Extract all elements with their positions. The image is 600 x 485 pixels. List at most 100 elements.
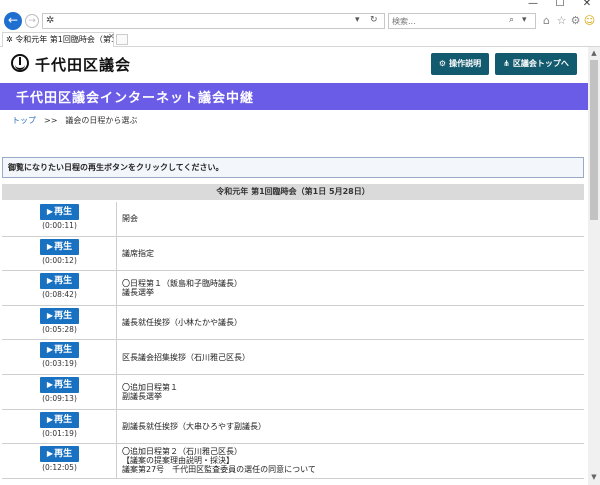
banner-title: 千代田区議会インターネット議会中継 xyxy=(16,91,255,106)
scroll-thumb[interactable] xyxy=(590,60,598,220)
play-icon: ▶ xyxy=(46,345,54,355)
play-icon: ▶ xyxy=(46,379,54,389)
play-button-label: 再生 xyxy=(54,379,73,390)
site-header: 千代田区議会 ⚙ 操作説明 ⋔ 区議会トップへ xyxy=(0,47,588,83)
refresh-icon[interactable]: ↻ xyxy=(370,15,378,25)
window-titlebar: — ☐ ✕ xyxy=(0,0,600,10)
agenda-row: ▶再生 (0:01:19) 副議長就任挨拶（大串ひろやす副議長） xyxy=(2,409,584,445)
tab-title: 令和元年 第1回臨時会（第… xyxy=(15,35,114,44)
home-icon[interactable]: ⌂ xyxy=(540,14,553,27)
breadcrumb-separator: >> xyxy=(44,116,58,125)
breadcrumb: トップ >> 議会の日程から選ぶ xyxy=(12,115,137,126)
play-cell: ▶再生 (0:03:19) xyxy=(2,340,117,374)
breadcrumb-current: 議会の日程から選ぶ xyxy=(65,116,138,125)
agenda-description: 〇追加日程第２（石川雅己区長） 【議案の提案理由説明・採決】 議案第27号 千代… xyxy=(122,447,316,475)
close-icon[interactable]: ✕ xyxy=(578,0,596,9)
council-top-button[interactable]: ⋔ 区議会トップへ xyxy=(495,53,577,75)
play-icon: ▶ xyxy=(46,276,54,286)
arrow-right-icon: → xyxy=(28,16,36,26)
star-icon[interactable]: ☆ xyxy=(555,14,568,27)
maximize-icon[interactable]: ☐ xyxy=(551,0,569,9)
play-cell: ▶再生 (0:05:28) xyxy=(2,305,117,340)
url-field[interactable]: ✲ ▾ ↻ xyxy=(42,13,385,29)
search-input[interactable] xyxy=(392,15,502,27)
play-icon: ▶ xyxy=(46,207,54,216)
scroll-up-icon[interactable]: ▲ xyxy=(588,47,600,59)
search-icon[interactable]: ⌕ xyxy=(509,15,514,25)
play-button[interactable]: ▶再生 xyxy=(40,446,79,463)
agenda-description: 〇追加日程第１ 副議長選挙 xyxy=(122,382,178,401)
play-cell: ▶再生 (0:00:11) xyxy=(2,202,117,236)
duration-label: (0:08:42) xyxy=(42,290,77,300)
play-cell: ▶再生 (0:01:19) xyxy=(2,409,117,444)
play-cell: ▶再生 (0:09:13) xyxy=(2,374,117,409)
gear-icon[interactable]: ⚙ xyxy=(569,14,582,27)
play-button[interactable]: ▶再生 xyxy=(40,376,79,393)
agenda-row: ▶再生 (0:00:12) 議席指定 xyxy=(2,236,584,272)
scroll-down-icon[interactable]: ▼ xyxy=(588,471,600,483)
page-viewport: 千代田区議会 ⚙ 操作説明 ⋔ 区議会トップへ 千代田区議会インターネット議会中継 … xyxy=(0,47,588,485)
agenda-list: ▶再生 (0:00:11) 開会 ▶再生 (0:00:12) 議席指定 ▶再生 (0:08:4… xyxy=(2,202,584,479)
play-button[interactable]: ▶再生 xyxy=(40,411,79,428)
breadcrumb-home-link[interactable]: トップ xyxy=(12,116,36,125)
chiyoda-emblem-icon xyxy=(11,54,29,72)
play-button[interactable]: ▶再生 xyxy=(40,307,79,324)
play-button-label: 再生 xyxy=(54,207,73,217)
search-dropdown-icon[interactable]: ▾ xyxy=(522,15,527,25)
duration-label: (0:00:12) xyxy=(42,255,77,265)
browser-tab[interactable]: ✲ 令和元年 第1回臨時会（第… xyxy=(2,32,114,47)
agenda-row: ▶再生 (0:09:13) 〇追加日程第１ 副議長選挙 xyxy=(2,374,584,410)
duration-label: (0:03:19) xyxy=(42,359,77,369)
agenda-row: ▶再生 (0:00:11) 開会 xyxy=(2,202,584,237)
tab-favicon-icon: ✲ xyxy=(6,35,13,44)
play-button-label: 再生 xyxy=(54,345,73,356)
play-button[interactable]: ▶再生 xyxy=(40,204,79,220)
play-icon: ▶ xyxy=(46,414,54,424)
gear-icon: ⚙ xyxy=(438,59,447,68)
play-button[interactable]: ▶再生 xyxy=(40,342,79,359)
agenda-description: 〇日程第１（飯島和子臨時議長） 議長選挙 xyxy=(122,278,242,297)
agenda-row: ▶再生 (0:12:05) 〇追加日程第２（石川雅己区長） 【議案の提案理由説明・採… xyxy=(2,444,584,479)
play-button-label: 再生 xyxy=(54,276,73,287)
agenda-row: ▶再生 (0:03:19) 区長議会招集挨拶（石川雅己区長） xyxy=(2,340,584,375)
agenda-description: 副議長就任挨拶（大串ひろやす副議長） xyxy=(122,421,266,431)
play-cell: ▶再生 (0:00:12) xyxy=(2,236,117,271)
arrow-left-icon: ← xyxy=(7,13,19,27)
new-tab-button[interactable] xyxy=(116,34,128,45)
agenda-description: 開会 xyxy=(122,214,138,224)
play-button[interactable]: ▶再生 xyxy=(40,238,79,255)
minimize-icon[interactable]: — xyxy=(524,0,542,9)
play-button-label: 再生 xyxy=(54,414,73,425)
page-banner: 千代田区議会インターネット議会中継 xyxy=(0,83,588,110)
duration-label: (0:12:05) xyxy=(42,463,77,473)
council-top-label: 区議会トップへ xyxy=(512,59,569,68)
play-button-label: 再生 xyxy=(54,310,73,321)
smiley-icon[interactable]: ☺ xyxy=(583,14,596,27)
duration-label: (0:00:11) xyxy=(42,221,77,230)
site-favicon-icon: ✲ xyxy=(46,15,55,26)
back-button[interactable]: ← xyxy=(4,12,22,30)
help-button[interactable]: ⚙ 操作説明 xyxy=(431,53,489,75)
play-cell: ▶再生 (0:08:42) xyxy=(2,271,117,305)
play-button-label: 再生 xyxy=(54,241,73,252)
vertical-scrollbar[interactable]: ▲ ▼ xyxy=(588,47,600,485)
tab-close-icon[interactable]: ✕ xyxy=(108,32,115,41)
search-field[interactable]: ⌕ ▾ xyxy=(388,13,536,29)
tab-bar: ✲ 令和元年 第1回臨時会（第… ✕ xyxy=(0,32,600,47)
agenda-row: ▶再生 (0:05:28) 議長就任挨拶（小林たかや議長） xyxy=(2,305,584,341)
agenda-description: 議席指定 xyxy=(122,248,154,258)
tree-icon: ⋔ xyxy=(503,59,510,68)
forward-button[interactable]: → xyxy=(25,14,39,28)
play-icon: ▶ xyxy=(46,310,54,320)
agenda-row: ▶再生 (0:08:42) 〇日程第１（飯島和子臨時議長） 議長選挙 xyxy=(2,271,584,306)
play-button-label: 再生 xyxy=(54,449,73,460)
play-icon: ▶ xyxy=(46,449,54,459)
dropdown-icon[interactable]: ▾ xyxy=(355,15,360,25)
play-button[interactable]: ▶再生 xyxy=(40,273,79,290)
agenda-description: 区長議会招集挨拶（石川雅己区長） xyxy=(122,352,250,362)
site-logo[interactable]: 千代田区議会 xyxy=(35,54,131,75)
instruction-box: 御覧になりたい日程の再生ボタンをクリックしてください。 xyxy=(2,157,584,178)
meeting-title: 令和元年 第1回臨時会（第1日 5月28日） xyxy=(2,184,584,200)
play-cell: ▶再生 (0:12:05) xyxy=(2,444,117,478)
help-button-label: 操作説明 xyxy=(449,59,482,68)
